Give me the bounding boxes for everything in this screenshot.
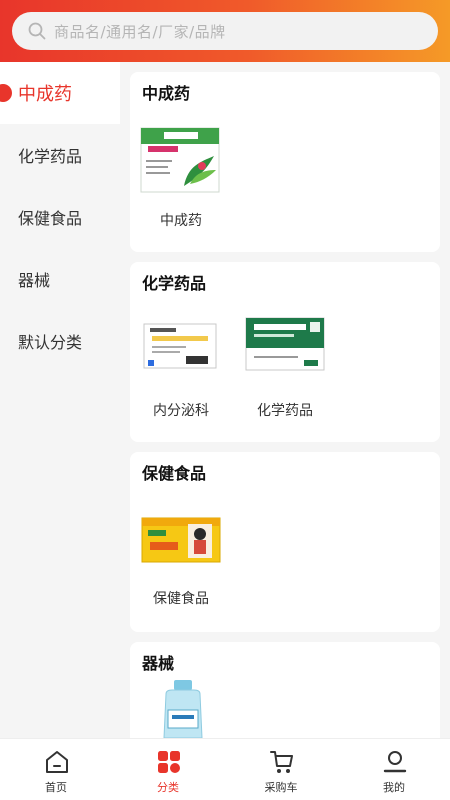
product-image <box>163 680 203 738</box>
tab-label: 我的 <box>383 781 405 794</box>
product-image <box>143 323 217 369</box>
active-indicator <box>0 84 12 102</box>
product-image <box>140 127 220 193</box>
card-title: 器械 <box>142 654 175 673</box>
sidebar-item-label: 默认分类 <box>18 333 83 352</box>
card-title: 中成药 <box>142 84 191 103</box>
card-title: 化学药品 <box>142 274 207 293</box>
card-title: 保健食品 <box>142 464 207 483</box>
sidebar-item-label: 器械 <box>18 271 51 290</box>
category-sidebar: 中成药 化学药品 保健食品 器械 默认分类 <box>0 62 120 738</box>
category-card: 中成药 中成药 <box>130 72 440 252</box>
category-card: 器械 <box>130 642 440 738</box>
cart-icon <box>270 751 293 773</box>
sidebar-item-zhongchengyao[interactable]: 中成药 <box>0 62 120 124</box>
sidebar-item-default-category[interactable]: 默认分类 <box>0 310 120 372</box>
tab-cart[interactable]: 采购车 <box>225 739 337 800</box>
home-icon <box>46 751 68 773</box>
bottom-tab-bar: 首页 分类 采购车 我的 <box>0 738 450 800</box>
category-card: 保健食品 保健食品 <box>130 452 440 632</box>
product-label: 中成药 <box>160 213 202 229</box>
product-item[interactable]: 中成药 <box>136 122 226 234</box>
sidebar-item-label: 化学药品 <box>18 147 83 166</box>
tab-label: 采购车 <box>264 781 298 794</box>
search-input[interactable]: 商品名/通用名/厂家/品牌 <box>12 12 438 50</box>
product-label: 内分泌科 <box>153 403 209 419</box>
product-item[interactable]: 保健食品 <box>136 500 226 612</box>
category-card: 化学药品 内分泌科 化学药品 <box>130 262 440 442</box>
sidebar-item-chemical-drugs[interactable]: 化学药品 <box>0 124 120 186</box>
product-item[interactable]: 内分泌科 <box>136 310 226 422</box>
tab-label: 首页 <box>45 781 67 794</box>
sidebar-item-label: 保健食品 <box>18 209 83 228</box>
product-label: 化学药品 <box>257 403 313 419</box>
search-placeholder: 商品名/通用名/厂家/品牌 <box>54 22 226 41</box>
sidebar-item-health-food[interactable]: 保健食品 <box>0 186 120 248</box>
sidebar-item-label: 中成药 <box>18 84 72 105</box>
tab-home[interactable]: 首页 <box>0 739 112 800</box>
header-bar: 商品名/通用名/厂家/品牌 <box>0 0 450 62</box>
product-item[interactable] <box>136 680 226 738</box>
product-item[interactable]: 化学药品 <box>240 310 330 422</box>
product-image <box>141 517 221 563</box>
category-icon <box>158 751 180 773</box>
profile-icon <box>383 751 407 773</box>
search-icon <box>28 22 46 40</box>
product-label: 保健食品 <box>153 591 209 607</box>
tab-category[interactable]: 分类 <box>112 739 224 800</box>
tab-label: 分类 <box>157 781 179 794</box>
category-content: 中成药 中成药 化学药品 内分泌科 化学药品 保健食品 保健食品 器械 <box>130 72 440 738</box>
tab-profile[interactable]: 我的 <box>338 739 450 800</box>
product-image <box>245 317 325 371</box>
sidebar-item-devices[interactable]: 器械 <box>0 248 120 310</box>
